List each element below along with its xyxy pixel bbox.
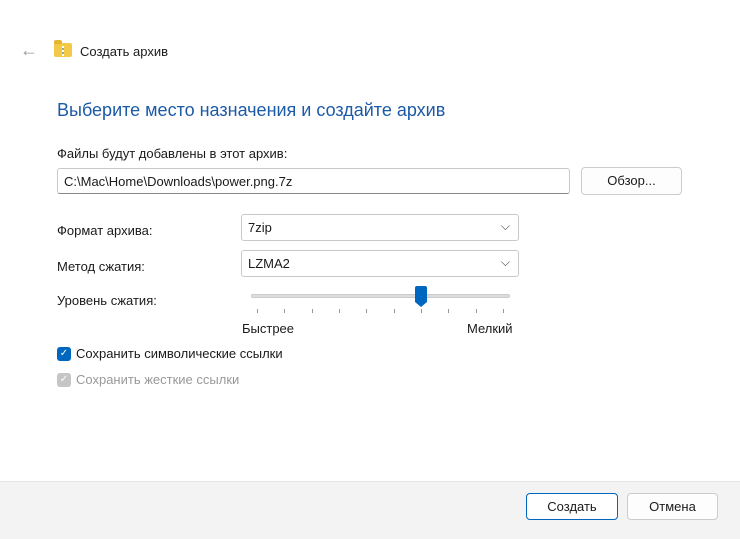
page-heading: Выберите место назначения и создайте арх…	[57, 100, 446, 120]
slider-tick	[284, 309, 286, 313]
symlinks-label: Сохранить символические ссылки	[76, 346, 283, 361]
browse-button[interactable]: Обзор...	[581, 167, 682, 195]
compression-slider-track[interactable]	[251, 294, 510, 298]
method-label: Метод сжатия:	[57, 259, 145, 274]
slider-tick	[421, 309, 422, 313]
cancel-button[interactable]: Отмена	[627, 493, 718, 520]
slider-tick	[448, 309, 450, 313]
compression-slider-thumb[interactable]	[415, 286, 427, 307]
chevron-down-icon: ⌵	[500, 255, 510, 269]
create-button[interactable]: Создать	[526, 493, 618, 520]
back-button[interactable]: ←	[20, 40, 38, 61]
slider-tick	[311, 309, 313, 313]
method-value: LZMA2	[248, 256, 290, 271]
slider-tick	[366, 309, 368, 313]
hardlinks-label: Сохранить жесткие ссылки	[76, 372, 240, 387]
checkmark-icon: ✓	[57, 346, 71, 361]
path-label: Файлы будут добавлены в этот архив:	[57, 146, 288, 161]
slider-tick	[503, 309, 504, 313]
slider-tick	[393, 309, 395, 313]
slider-tick	[475, 309, 477, 313]
slider-tick	[257, 309, 258, 313]
chevron-down-icon: ⌵	[500, 219, 510, 233]
level-label: Уровень сжатия:	[57, 293, 157, 308]
format-label: Формат архива:	[57, 223, 153, 238]
checkmark-icon: ✓	[57, 372, 71, 387]
method-select[interactable]: LZMA2 ⌵	[241, 250, 519, 277]
format-select[interactable]: 7zip ⌵	[241, 214, 519, 241]
hardlinks-checkbox: ✓ Сохранить жесткие ссылки	[57, 372, 239, 387]
format-value: 7zip	[248, 220, 272, 235]
symlinks-checkbox[interactable]: ✓ Сохранить символические ссылки	[57, 346, 283, 361]
slider-tick	[339, 309, 340, 313]
zip-folder-icon	[54, 40, 72, 57]
window-title: Создать архив	[80, 44, 168, 59]
archive-path-input[interactable]: C:\Mac\Home\Downloads\power.png.7z	[57, 168, 570, 194]
slider-min-label: Быстрее	[242, 321, 295, 336]
slider-max-label: Мелкий	[467, 321, 513, 336]
